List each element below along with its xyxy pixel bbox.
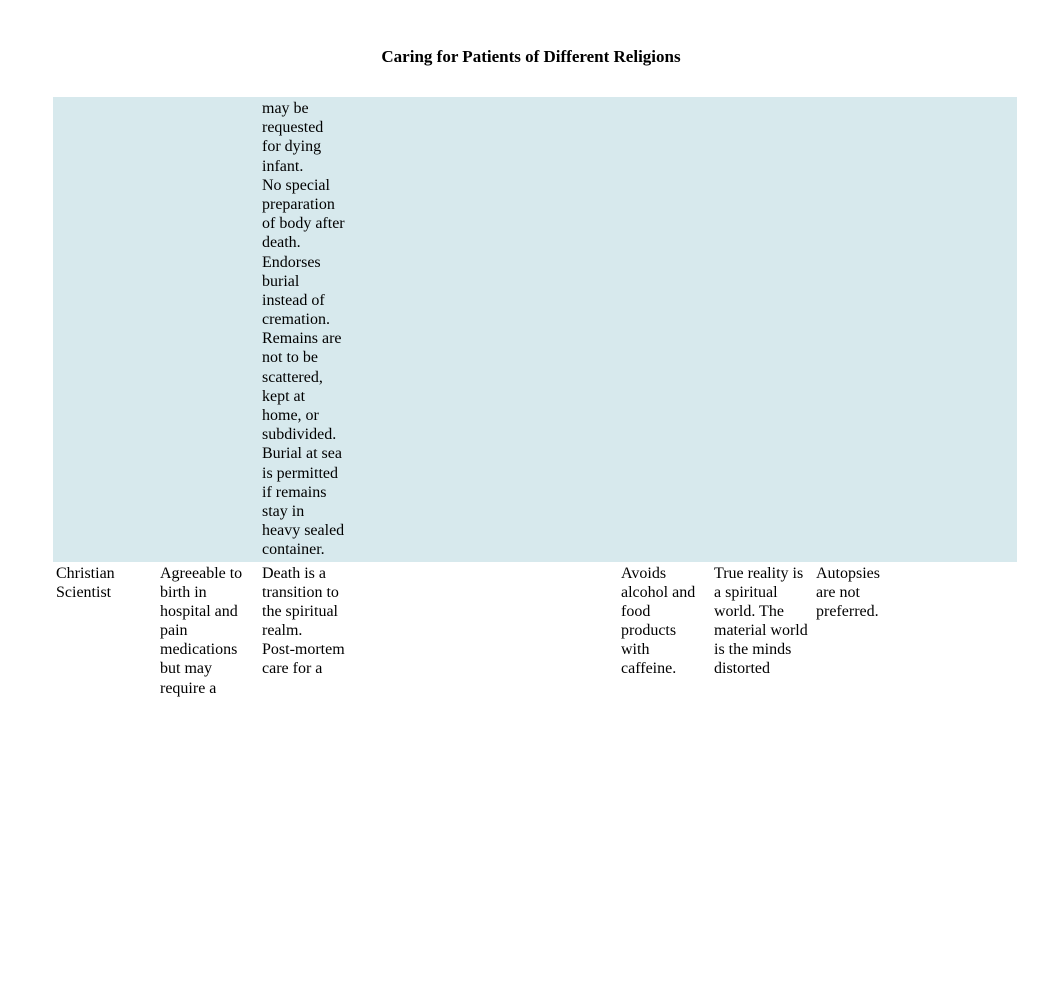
cell-birth: Agreeable to birth in hospital and pain …: [157, 562, 259, 700]
table-row: may be requested for dying infant.No spe…: [53, 97, 1017, 562]
cell-col4: [438, 97, 530, 562]
cell-col5: [530, 562, 618, 700]
table-row: Christian Scientist Agreeable to birth i…: [53, 562, 1017, 700]
page-title: Caring for Patients of Different Religio…: [0, 0, 1062, 97]
cell-col4: [438, 562, 530, 700]
cell-col5: [530, 97, 618, 562]
cell-autopsy: Autopsies are not preferred.: [813, 562, 903, 700]
cell-religion: [53, 97, 157, 562]
cell-diet: [618, 97, 711, 562]
cell-col3: [348, 562, 438, 700]
cell-col9: [903, 562, 1017, 700]
cell-col9: [903, 97, 1017, 562]
cell-beliefs: True reality is a spiritual world. The m…: [711, 562, 813, 700]
cell-death: Death is a transition to the spiritual r…: [259, 562, 348, 700]
cell-diet: Avoids alcohol and food products with ca…: [618, 562, 711, 700]
cell-col3: [348, 97, 438, 562]
religions-table: may be requested for dying infant.No spe…: [53, 97, 1017, 700]
cell-beliefs: [711, 97, 813, 562]
cell-religion: Christian Scientist: [53, 562, 157, 700]
cell-autopsy: [813, 97, 903, 562]
cell-birth: [157, 97, 259, 562]
cell-death: may be requested for dying infant.No spe…: [259, 97, 348, 562]
